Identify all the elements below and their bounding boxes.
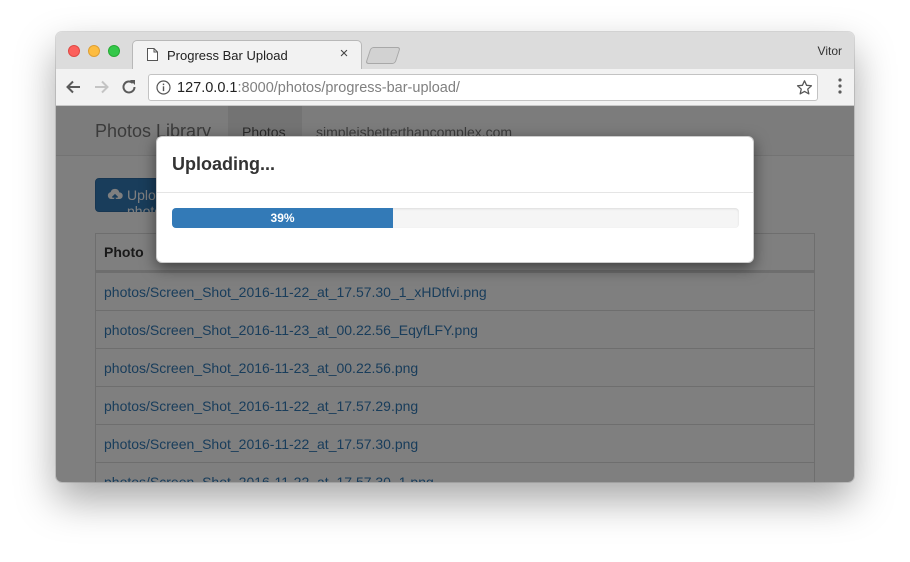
page-content: Photos Library Photos simpleisbetterthan…: [56, 106, 854, 482]
maximize-window-button[interactable]: [108, 45, 120, 57]
url-text[interactable]: 127.0.0.1:8000/photos/progress-bar-uploa…: [177, 80, 460, 96]
address-bar[interactable]: 127.0.0.1:8000/photos/progress-bar-uploa…: [148, 74, 818, 101]
minimize-window-button[interactable]: [88, 45, 100, 57]
progress-bar-fill: 39%: [172, 208, 394, 228]
url-host: 127.0.0.1: [177, 80, 238, 96]
new-tab-button[interactable]: [365, 47, 401, 64]
tab-close-icon[interactable]: ×: [337, 46, 351, 62]
close-window-button[interactable]: [68, 45, 80, 57]
reload-icon[interactable]: [119, 77, 139, 97]
tab-title: Progress Bar Upload: [167, 48, 288, 63]
modal-title: Uploading...: [172, 154, 275, 174]
upload-progress-modal: Uploading... 39%: [156, 136, 754, 263]
document-icon: [147, 48, 158, 61]
info-icon[interactable]: [156, 80, 171, 95]
profile-name[interactable]: Vitor: [818, 44, 842, 58]
modal-header: Uploading...: [157, 137, 753, 193]
back-arrow-icon[interactable]: [64, 77, 84, 97]
browser-tab[interactable]: Progress Bar Upload ×: [132, 40, 362, 69]
browser-toolbar: 127.0.0.1:8000/photos/progress-bar-uploa…: [56, 69, 854, 106]
bookmark-star-icon[interactable]: [796, 79, 813, 96]
progress-label: 39%: [270, 211, 295, 225]
upload-progress-bar: 39%: [172, 208, 739, 228]
url-path: :8000/photos/progress-bar-upload/: [237, 80, 460, 96]
title-bar: Progress Bar Upload × Vitor: [56, 32, 854, 69]
more-menu-icon[interactable]: [838, 78, 842, 94]
browser-window: Progress Bar Upload × Vitor 127.0.0.1:80…: [56, 32, 854, 482]
forward-arrow-icon[interactable]: [91, 77, 111, 97]
